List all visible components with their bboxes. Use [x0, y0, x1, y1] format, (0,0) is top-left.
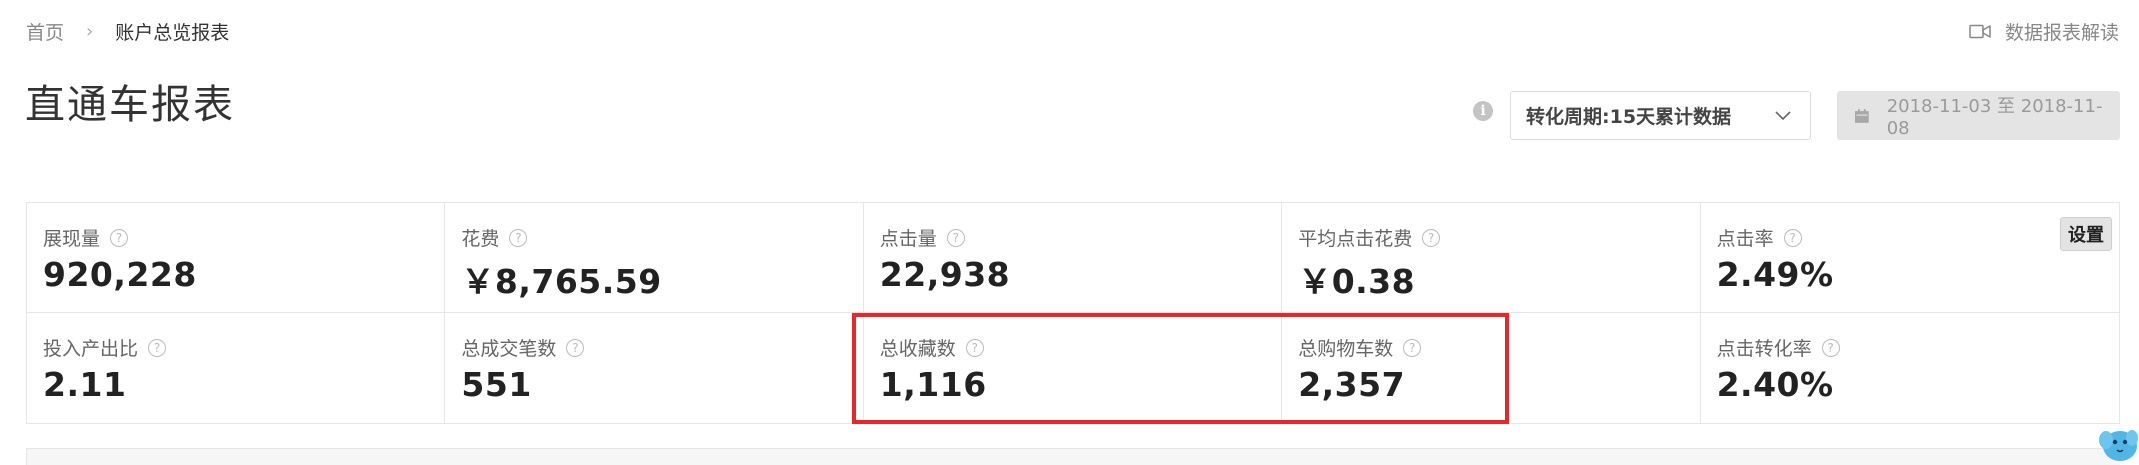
metric-value: ￥8,765.59	[461, 262, 662, 301]
metric-label: 点击量	[879, 228, 937, 250]
help-icon[interactable]: ?	[946, 228, 965, 247]
metric-click-conversion-rate[interactable]: 点击转化率? 2.40%	[1701, 313, 2119, 423]
date-range-picker[interactable]: 2018-11-03 至 2018-11-08	[1837, 91, 2120, 140]
metric-value: 551	[461, 365, 532, 404]
chevron-down-icon	[1775, 111, 1791, 121]
help-icon[interactable]: ?	[1783, 228, 1802, 247]
metric-label: 花费	[461, 228, 500, 250]
metric-label: 展现量	[43, 228, 101, 250]
video-icon	[1969, 24, 1991, 39]
help-icon[interactable]: ?	[509, 228, 528, 247]
metric-label: 点击率	[1716, 228, 1774, 250]
settings-button[interactable]: 设置	[2059, 217, 2112, 251]
date-range-value: 2018-11-03 至 2018-11-08	[1886, 96, 2103, 139]
report-guide-link[interactable]: 数据报表解读	[1969, 18, 2119, 45]
help-icon[interactable]: ?	[148, 338, 167, 357]
metric-value: 2.11	[43, 365, 127, 404]
metric-value: 22,938	[879, 255, 1011, 294]
metric-label: 总成交笔数	[461, 338, 557, 360]
help-icon[interactable]: ?	[1821, 338, 1840, 357]
breadcrumb-home-link[interactable]: 首页	[26, 18, 64, 45]
metric-clicks[interactable]: 点击量? 22,938	[863, 203, 1283, 313]
metric-value: 920,228	[43, 255, 197, 294]
metric-value: ￥0.38	[1298, 262, 1416, 301]
metric-value: 2.40%	[1716, 365, 1834, 404]
help-icon[interactable]: ?	[110, 228, 129, 247]
metric-cost[interactable]: 花费? ￥8,765.59	[445, 203, 864, 313]
breadcrumb-current: 账户总览报表	[115, 22, 230, 44]
calendar-icon	[1855, 108, 1869, 123]
metric-total-orders[interactable]: 总成交笔数? 551	[445, 313, 864, 423]
metric-impressions[interactable]: 展现量? 920,228	[27, 203, 446, 313]
metric-value: 2.49%	[1716, 255, 1834, 294]
highlight-annotation-box	[852, 313, 1509, 424]
chart-panel-top	[26, 448, 2120, 465]
conversion-period-select[interactable]: 转化周期:15天累计数据	[1510, 91, 1811, 140]
conversion-period-value: 转化周期:15天累计数据	[1526, 106, 1732, 128]
report-guide-label: 数据报表解读	[2004, 22, 2119, 44]
breadcrumb-separator-icon: ›	[86, 21, 94, 42]
metric-avg-click-cost[interactable]: 平均点击花费? ￥0.38	[1282, 203, 1701, 313]
breadcrumb: 首页 › 账户总览报表	[26, 18, 229, 45]
metric-label: 投入产出比	[43, 338, 139, 360]
metric-ctr[interactable]: 点击率? 2.49% 设置	[1700, 203, 2119, 313]
mascot-icon[interactable]	[2098, 420, 2139, 465]
metric-roi[interactable]: 投入产出比? 2.11	[27, 313, 446, 423]
help-icon[interactable]: ?	[566, 338, 585, 357]
info-icon[interactable]: i	[1473, 101, 1493, 121]
help-icon[interactable]: ?	[1422, 228, 1441, 247]
metric-label: 平均点击花费	[1298, 228, 1413, 250]
page-title: 直通车报表	[25, 82, 235, 128]
metric-label: 点击转化率	[1716, 338, 1812, 360]
